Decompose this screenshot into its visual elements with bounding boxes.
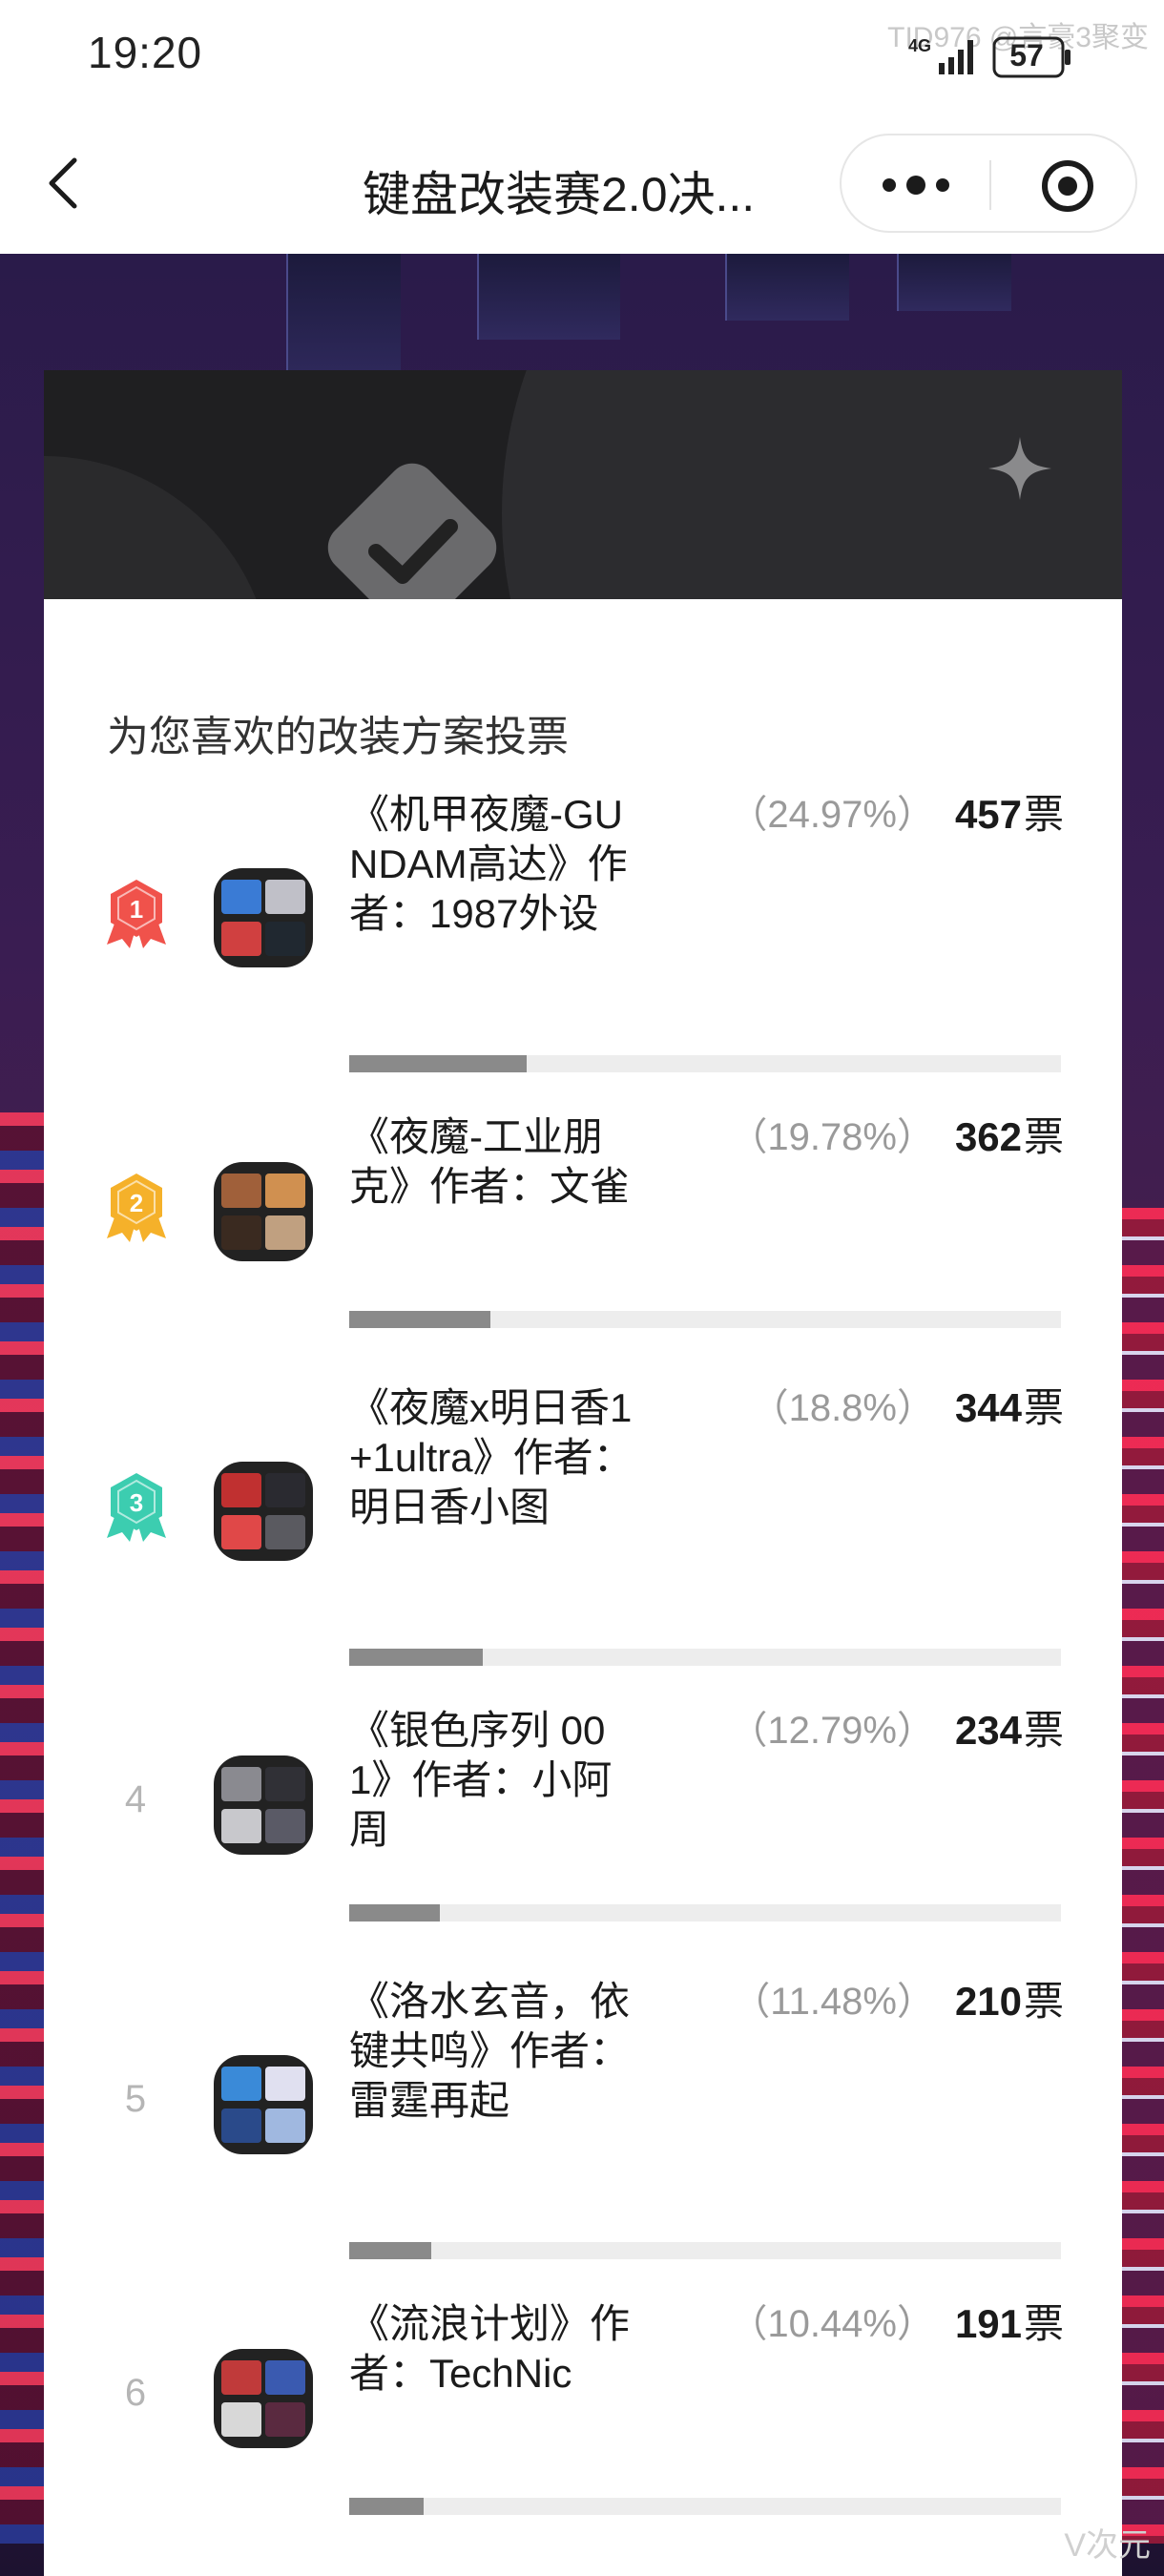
bg-building xyxy=(897,254,1011,311)
bg-building xyxy=(477,254,620,340)
capsule-divider xyxy=(989,160,991,210)
bottom-watermark: V次元 xyxy=(1064,2527,1151,2564)
vote-progress-fill xyxy=(349,2498,424,2515)
vote-percentage: （19.78%） xyxy=(729,1116,935,1158)
vote-progress-bar xyxy=(349,1055,1061,1072)
rank-number: 6 xyxy=(124,2372,147,2414)
vote-unit: 票 xyxy=(1023,1385,1064,1430)
bg-building xyxy=(286,254,401,387)
target-icon[interactable] xyxy=(1040,158,1095,214)
candidate-name: 《银色序列 001》作者：小阿周 xyxy=(349,1708,613,1852)
keyboard-thumbnail xyxy=(214,1162,313,1261)
candidate-item[interactable]: 2 《夜魔-工业朋克》作者：文雀 （19.78%） 362 票 xyxy=(44,1112,1122,1340)
bg-neon-right xyxy=(1120,1208,1164,2544)
keyboard-thumbnail xyxy=(214,2055,313,2154)
rank-medal-icon: 2 xyxy=(107,1174,166,1242)
candidate-name: 《机甲夜魔-GUNDAM高达》作者：1987外设 xyxy=(349,792,628,936)
candidate-name: 《洛水玄音，依键共鸣》作者：雷霆再起 xyxy=(349,1979,631,2123)
vote-progress-fill xyxy=(349,1311,490,1328)
vote-unit: 票 xyxy=(1023,792,1064,837)
candidate-item[interactable]: 4 《银色序列 001》作者：小阿周 （12.79%） 234 票 xyxy=(44,1706,1122,1933)
signal-icon: 4G xyxy=(908,36,973,74)
vote-percentage: （24.97%） xyxy=(729,794,935,836)
vote-unit: 票 xyxy=(1023,2301,1064,2346)
vote-progress-fill xyxy=(349,1649,484,1666)
rank-medal-icon: 1 xyxy=(107,880,166,948)
vote-progress-fill xyxy=(349,2242,431,2259)
rank-medal-icon: 3 xyxy=(107,1473,166,1542)
vote-progress-bar xyxy=(349,1649,1061,1666)
keyboard-thumbnail xyxy=(214,868,313,967)
nav-bar: 键盘改装赛2.0决... xyxy=(0,114,1164,254)
battery-level: 57 xyxy=(1009,38,1044,73)
rank-number: 5 xyxy=(124,2078,147,2120)
rank-number: 2 xyxy=(130,1189,143,1217)
candidate-name: 《流浪计划》作者：TechNic xyxy=(349,2301,631,2396)
vote-progress-bar xyxy=(349,1904,1061,1922)
card-header xyxy=(44,370,1122,599)
keyboard-thumbnail xyxy=(214,1462,313,1561)
candidate-item[interactable]: 3 《夜魔x明日香1+1ultra》作者：明日香小图 （18.8%） 344 票 xyxy=(44,1383,1122,1677)
vote-percentage: （11.48%） xyxy=(732,1981,935,2023)
more-dots-icon[interactable] xyxy=(880,170,952,200)
candidate-item[interactable]: 1 《机甲夜魔-GUNDAM高达》作者：1987外设 （24.97%） 457 票 xyxy=(44,790,1122,1084)
bg-neon-left xyxy=(0,1112,46,2544)
candidate-name: 《夜魔x明日香1+1ultra》作者：明日香小图 xyxy=(349,1385,634,1529)
vote-prompt: 为您喜欢的改装方案投票 xyxy=(107,714,569,760)
bg-building xyxy=(725,254,849,321)
vote-unit: 票 xyxy=(1023,1114,1064,1159)
candidate-item[interactable]: 6 《流浪计划》作者：TechNic （10.44%） 191 票 xyxy=(44,2299,1122,2526)
vote-unit: 票 xyxy=(1023,1979,1064,2024)
vote-progress-bar xyxy=(349,1311,1061,1328)
back-arrow-icon[interactable] xyxy=(42,153,84,214)
rank-number: 1 xyxy=(130,895,143,924)
vote-progress-fill xyxy=(349,1904,441,1922)
vote-progress-fill xyxy=(349,1055,528,1072)
vote-card: 为您喜欢的改装方案投票 1 《机甲夜魔-GUNDAM高达》作者：1987外设 （24… xyxy=(44,370,1122,2576)
checkmark-badge-icon xyxy=(327,463,497,599)
vote-percentage: （12.79%） xyxy=(729,1710,935,1752)
vote-progress-bar xyxy=(349,2242,1061,2259)
candidate-name: 《夜魔-工业朋克》作者：文雀 xyxy=(349,1114,631,1209)
rank-number: 3 xyxy=(130,1488,143,1517)
rank-number: 4 xyxy=(124,1778,147,1820)
vote-unit: 票 xyxy=(1023,1708,1064,1753)
network-label: 4G xyxy=(908,36,931,55)
header-decor-circle xyxy=(44,456,273,599)
vote-progress-bar xyxy=(349,2498,1061,2515)
candidate-item[interactable]: 5 《洛水玄音，依键共鸣》作者：雷霆再起 （11.48%） 210 票 xyxy=(44,1977,1122,2271)
page-title: 键盘改装赛2.0决... xyxy=(363,168,756,221)
vote-percentage: （18.8%） xyxy=(750,1387,935,1429)
keyboard-thumbnail xyxy=(214,1755,313,1855)
status-bar: 19:20 TID976 @言豪3聚变 4G 57 xyxy=(0,0,1164,114)
status-time: 19:20 xyxy=(88,28,203,77)
keyboard-thumbnail xyxy=(214,2349,313,2448)
vote-percentage: （10.44%） xyxy=(729,2303,935,2345)
mini-program-capsule xyxy=(840,134,1137,233)
sparkle-icon xyxy=(988,437,1051,500)
